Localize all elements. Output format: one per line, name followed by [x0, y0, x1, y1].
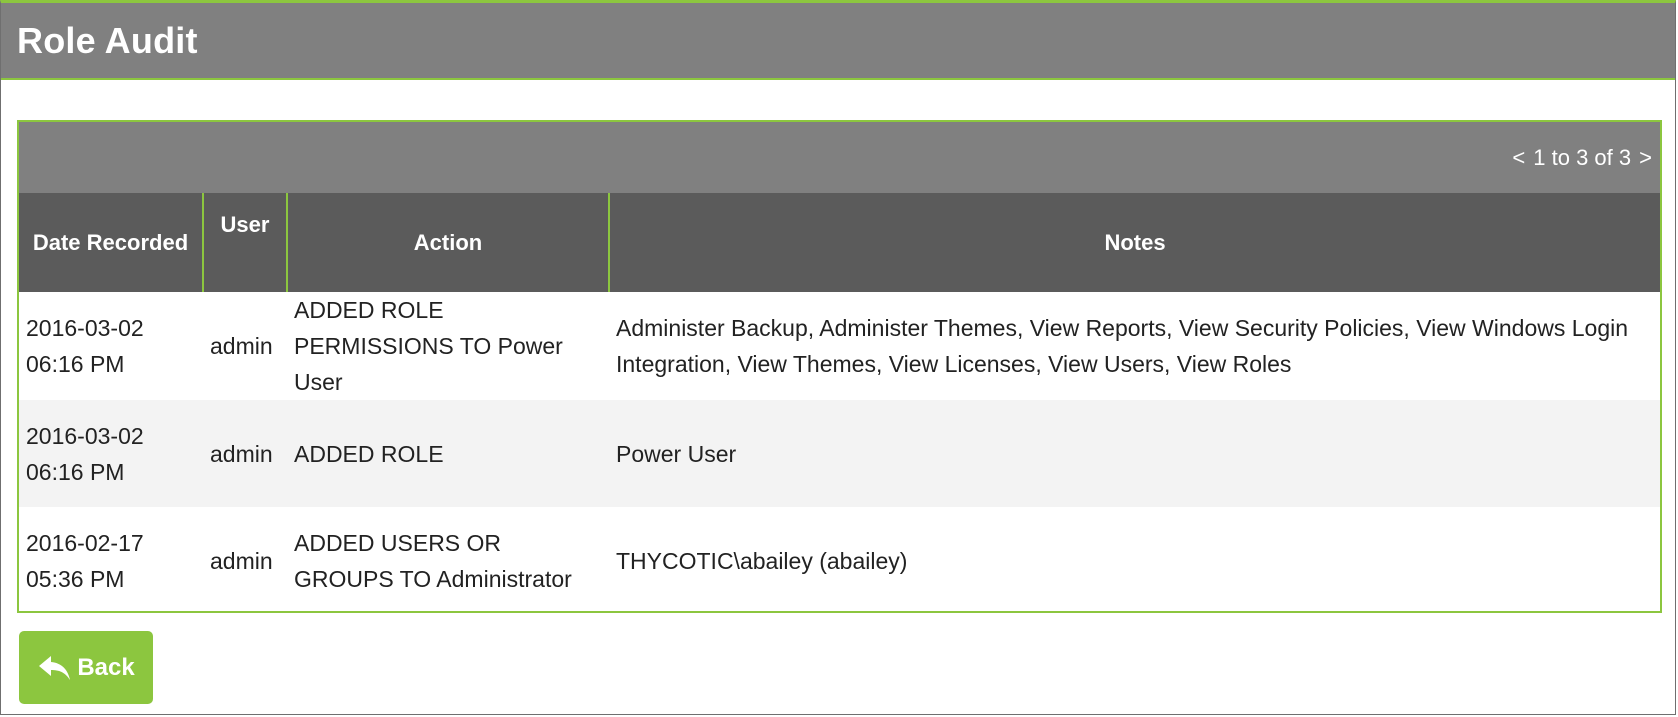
cell-date-time: 05:36 PM — [26, 566, 125, 592]
cell-date: 2016-03-02 06:16 PM — [19, 292, 203, 400]
table-row: 2016-03-02 06:16 PM admin ADDED ROLE PER… — [19, 292, 1660, 400]
cell-user: admin — [210, 333, 273, 359]
cell-date: 2016-03-02 06:16 PM — [19, 400, 203, 507]
table-row: 2016-03-02 06:16 PM admin ADDED ROLE Pow… — [19, 400, 1660, 507]
page-title: Role Audit — [17, 19, 198, 61]
cell-notes: Power User — [609, 400, 1660, 507]
cell-date-day: 2016-02-17 — [26, 530, 144, 556]
cell-date-day: 2016-03-02 — [26, 315, 144, 341]
cell-user: admin — [203, 400, 287, 507]
cell-action: ADDED USERS OR GROUPS TO Administrator — [294, 530, 572, 592]
back-button[interactable]: Back — [19, 631, 153, 704]
audit-grid: < 1 to 3 of 3 > Date Recorded User Actio… — [17, 120, 1662, 613]
cell-notes: THYCOTIC\abailey (abailey) — [616, 548, 908, 574]
cell-action: ADDED ROLE — [287, 400, 609, 507]
back-button-label: Back — [77, 653, 135, 681]
pager: < 1 to 3 of 3 > — [1512, 145, 1652, 171]
table-row: 2016-02-17 05:36 PM admin ADDED USERS OR… — [19, 507, 1660, 615]
panel-header: Role Audit — [1, 3, 1675, 80]
role-audit-panel: Role Audit < 1 to 3 of 3 > Date Recorded… — [0, 0, 1676, 715]
reply-arrow-icon — [37, 653, 73, 683]
cell-notes: Administer Backup, Administer Themes, Vi… — [616, 315, 1629, 377]
cell-date-time: 06:16 PM — [26, 458, 125, 485]
column-header-user[interactable]: User — [202, 193, 287, 292]
cell-date-day: 2016-03-02 — [26, 422, 144, 449]
pager-range-text: 1 to 3 of 3 — [1533, 144, 1632, 170]
cell-user: admin — [210, 548, 273, 574]
cell-date-time: 06:16 PM — [26, 351, 125, 377]
pager-prev-button[interactable]: < — [1512, 145, 1525, 171]
cell-action: ADDED ROLE PERMISSIONS TO Power User — [294, 297, 563, 395]
cell-date: 2016-02-17 05:36 PM — [19, 507, 203, 615]
column-header-notes[interactable]: Notes — [608, 193, 1660, 292]
pager-bar: < 1 to 3 of 3 > — [19, 122, 1660, 193]
column-header-date[interactable]: Date Recorded — [19, 193, 203, 292]
pager-next-button[interactable]: > — [1639, 145, 1652, 171]
table-header-row: Date Recorded User Action Notes — [19, 193, 1660, 292]
column-header-action[interactable]: Action — [286, 193, 609, 292]
audit-table: Date Recorded User Action Notes 2016-03-… — [19, 193, 1660, 615]
